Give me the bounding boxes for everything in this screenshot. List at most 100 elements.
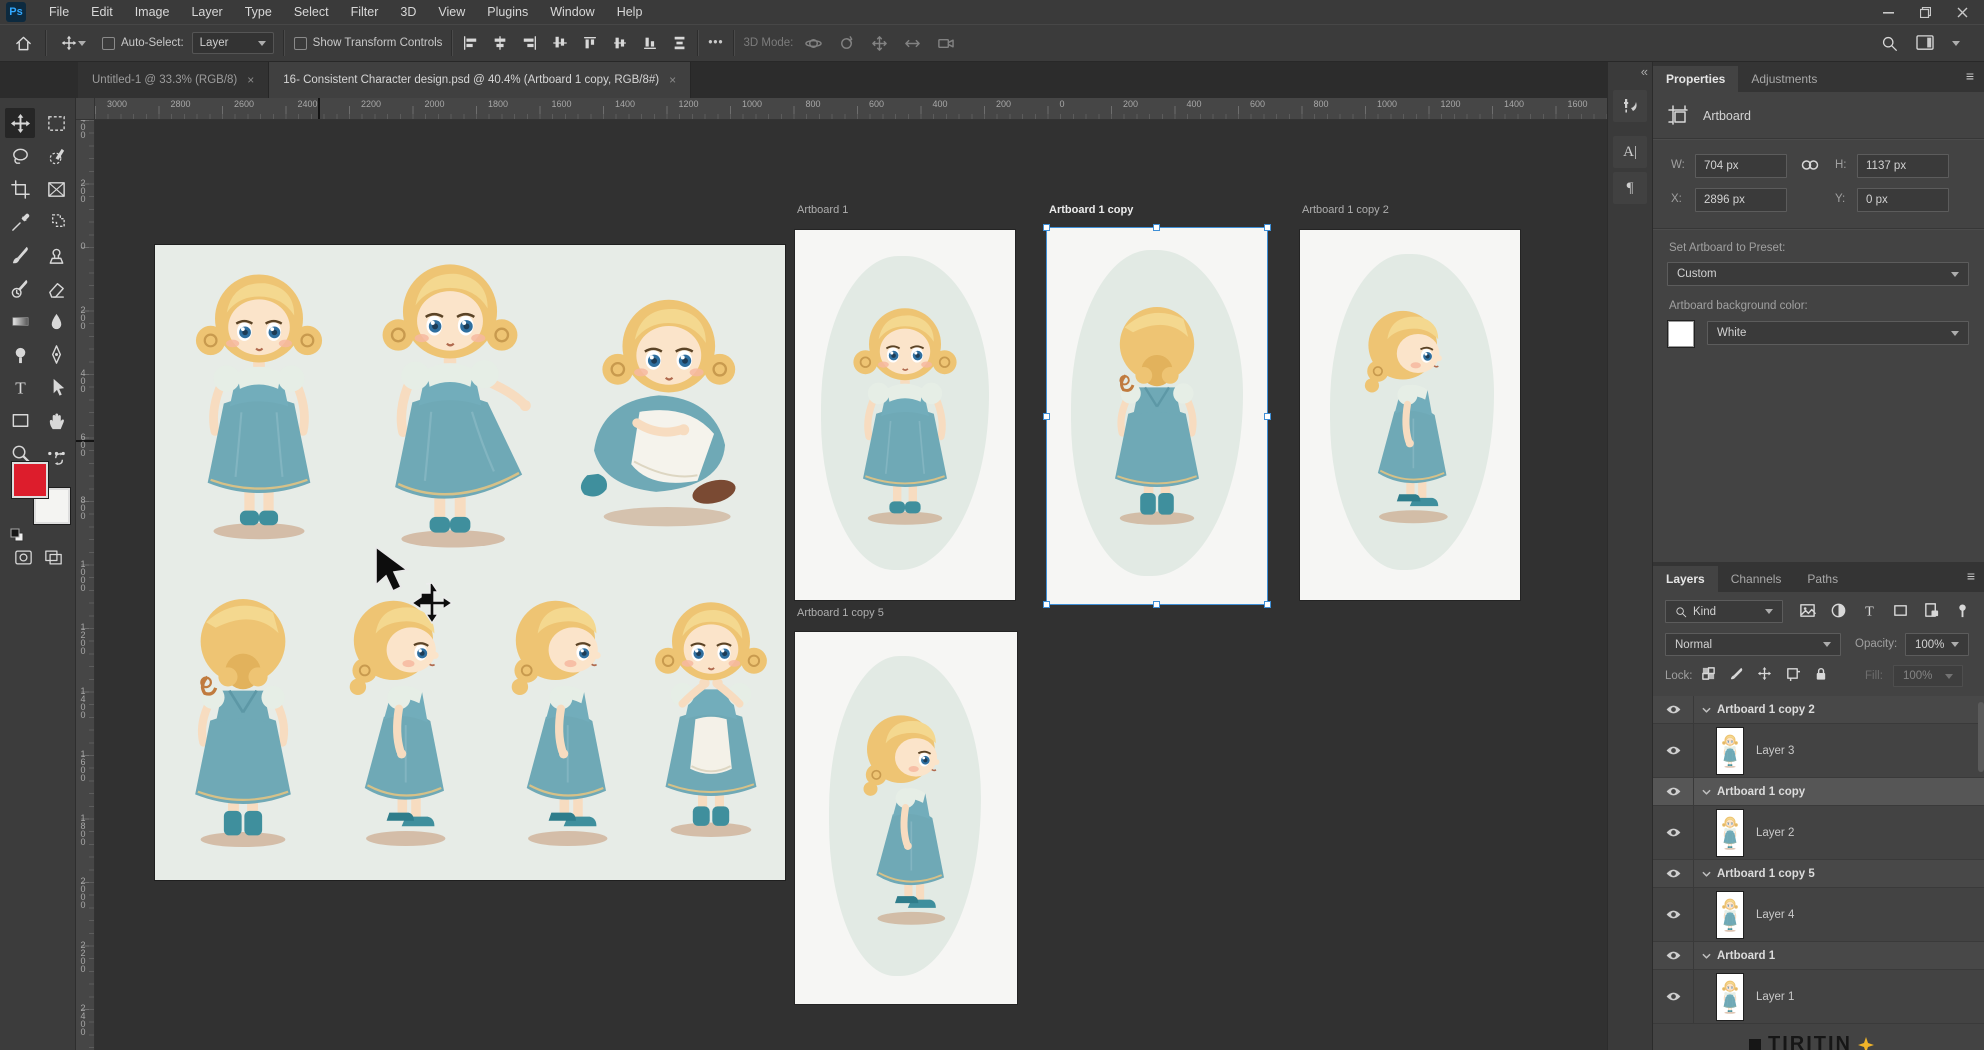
3d-orbit-icon[interactable]	[805, 35, 822, 52]
restore-icon[interactable]	[1920, 7, 1931, 18]
width-field[interactable]: 704 px	[1695, 154, 1787, 178]
brush-settings-panel-icon[interactable]	[1613, 90, 1647, 122]
align-bottom-icon[interactable]	[642, 35, 658, 51]
tab-paths[interactable]: Paths	[1794, 566, 1851, 592]
tab-close-icon[interactable]: ×	[669, 73, 676, 87]
selection-handle-bl[interactable]	[1043, 601, 1050, 608]
expand-panels-icon[interactable]: «	[1641, 64, 1646, 79]
vertical-ruler[interactable]: 4002000200400600800100012001400160018002…	[76, 120, 95, 1050]
visibility-toggle[interactable]	[1653, 696, 1694, 723]
layer-name[interactable]: Artboard 1 copy 2	[1717, 704, 1815, 716]
layer-name[interactable]: Artboard 1 copy	[1717, 786, 1805, 798]
selection-handle-mr[interactable]	[1264, 413, 1271, 420]
tool-history-brush[interactable]	[5, 273, 35, 303]
menu-file[interactable]: File	[38, 0, 80, 24]
group-chevron-icon[interactable]	[1702, 704, 1711, 716]
visibility-toggle[interactable]	[1653, 724, 1694, 777]
3d-camera-icon[interactable]	[937, 35, 954, 52]
layer-name[interactable]: Layer 4	[1756, 909, 1794, 921]
layer-name[interactable]: Artboard 1 copy 5	[1717, 868, 1815, 880]
tool-crop[interactable]	[5, 174, 35, 204]
tool-eraser[interactable]	[41, 273, 71, 303]
minimize-icon[interactable]	[1883, 7, 1894, 18]
horizontal-ruler[interactable]: 3000280026002400220020001800160014001200…	[95, 98, 1607, 120]
auto-select-dropdown[interactable]: Layer	[192, 32, 274, 54]
group-chevron-icon[interactable]	[1702, 868, 1711, 880]
tool-quick-select[interactable]	[41, 141, 71, 171]
tool-clone-stamp[interactable]	[41, 240, 71, 270]
search-icon[interactable]	[1881, 35, 1898, 52]
align-center-h-icon[interactable]	[492, 35, 508, 51]
layers-scrollbar[interactable]	[1978, 702, 1984, 772]
shape-layers-icon[interactable]	[1892, 602, 1909, 619]
align-middle-icon[interactable]	[612, 35, 628, 51]
tab-adjustments[interactable]: Adjustments	[1738, 66, 1830, 92]
selection-handle-ml[interactable]	[1043, 413, 1050, 420]
tool-pen[interactable]	[41, 339, 71, 369]
layer-name[interactable]: Layer 1	[1756, 991, 1794, 1003]
menu-edit[interactable]: Edit	[80, 0, 124, 24]
tool-hand[interactable]	[41, 405, 71, 435]
visibility-toggle[interactable]	[1653, 970, 1694, 1023]
selection-handle-tr[interactable]	[1264, 224, 1271, 231]
tab-layers[interactable]: Layers	[1653, 566, 1718, 592]
layers-panel-menu-icon[interactable]: ≡	[1967, 568, 1975, 584]
lock-transparent-icon[interactable]	[1701, 666, 1716, 681]
visibility-toggle[interactable]	[1653, 888, 1694, 941]
visibility-toggle[interactable]	[1653, 778, 1694, 805]
tool-brush[interactable]	[5, 240, 35, 270]
layer-row-layer-4[interactable]: Layer 4	[1653, 888, 1984, 942]
group-chevron-icon[interactable]	[1702, 786, 1711, 798]
artboard-1-copy[interactable]	[1047, 228, 1267, 604]
visibility-toggle[interactable]	[1653, 942, 1694, 969]
3d-pan-icon[interactable]	[871, 35, 888, 52]
reference-image-layer[interactable]	[155, 245, 785, 880]
layer-thumbnail[interactable]	[1716, 891, 1744, 939]
tool-gradient[interactable]	[5, 306, 35, 336]
show-transform-checkbox[interactable]	[294, 37, 307, 50]
x-field[interactable]: 2896 px	[1695, 188, 1787, 212]
properties-panel-menu-icon[interactable]: ≡	[1966, 68, 1974, 84]
layer-row-artboard-1-copy-5[interactable]: Artboard 1 copy 5	[1653, 860, 1984, 888]
quick-mask-icon[interactable]	[15, 550, 32, 565]
artboard-label-1-copy[interactable]: Artboard 1 copy	[1049, 204, 1133, 216]
selection-handle-tl[interactable]	[1043, 224, 1050, 231]
tool-rectangle[interactable]	[5, 405, 35, 435]
menu-select[interactable]: Select	[283, 0, 340, 24]
layer-row-artboard-1-copy-2[interactable]: Artboard 1 copy 2	[1653, 696, 1984, 724]
3d-roll-icon[interactable]	[838, 35, 855, 52]
bg-color-swatch[interactable]	[1667, 320, 1695, 348]
layer-thumbnail[interactable]	[1716, 809, 1744, 857]
home-icon[interactable]	[10, 30, 36, 56]
artboard-1-copy-2[interactable]	[1300, 230, 1520, 600]
link-dimensions-icon[interactable]	[1801, 158, 1819, 172]
layer-row-layer-2[interactable]: Layer 2	[1653, 806, 1984, 860]
selection-handle-tm[interactable]	[1153, 224, 1160, 231]
layer-row-layer-3[interactable]: Layer 3	[1653, 724, 1984, 778]
artboard-1-copy-5[interactable]	[795, 632, 1017, 1004]
menu-help[interactable]: Help	[606, 0, 654, 24]
filter-pin-icon[interactable]	[1954, 602, 1971, 619]
type-layers-icon[interactable]: T	[1861, 602, 1878, 619]
document-tab-1[interactable]: Untitled-1 @ 33.3% (RGB/8)×	[78, 62, 269, 98]
tool-path-select[interactable]	[41, 372, 71, 402]
layer-filter-dropdown[interactable]: Kind	[1665, 600, 1783, 623]
layer-row-layer-1[interactable]: Layer 1	[1653, 970, 1984, 1024]
artboard-label-1[interactable]: Artboard 1	[797, 204, 848, 216]
menu-filter[interactable]: Filter	[340, 0, 390, 24]
lock-position-icon[interactable]	[1757, 666, 1772, 681]
menu-layer[interactable]: Layer	[180, 0, 233, 24]
layer-name[interactable]: Layer 3	[1756, 745, 1794, 757]
tool-patch[interactable]	[41, 207, 71, 237]
menu-image[interactable]: Image	[124, 0, 181, 24]
tool-dodge[interactable]	[5, 339, 35, 369]
y-field[interactable]: 0 px	[1857, 188, 1949, 212]
selection-handle-bm[interactable]	[1153, 601, 1160, 608]
default-colors-icon[interactable]	[10, 528, 24, 542]
height-field[interactable]: 1137 px	[1857, 154, 1949, 178]
workspace-chevron[interactable]	[1952, 41, 1960, 46]
distribute-v-icon[interactable]	[672, 35, 688, 51]
tool-type[interactable]: T	[5, 372, 35, 402]
align-left-icon[interactable]	[462, 35, 478, 51]
character-panel-icon[interactable]: A|	[1613, 136, 1647, 168]
